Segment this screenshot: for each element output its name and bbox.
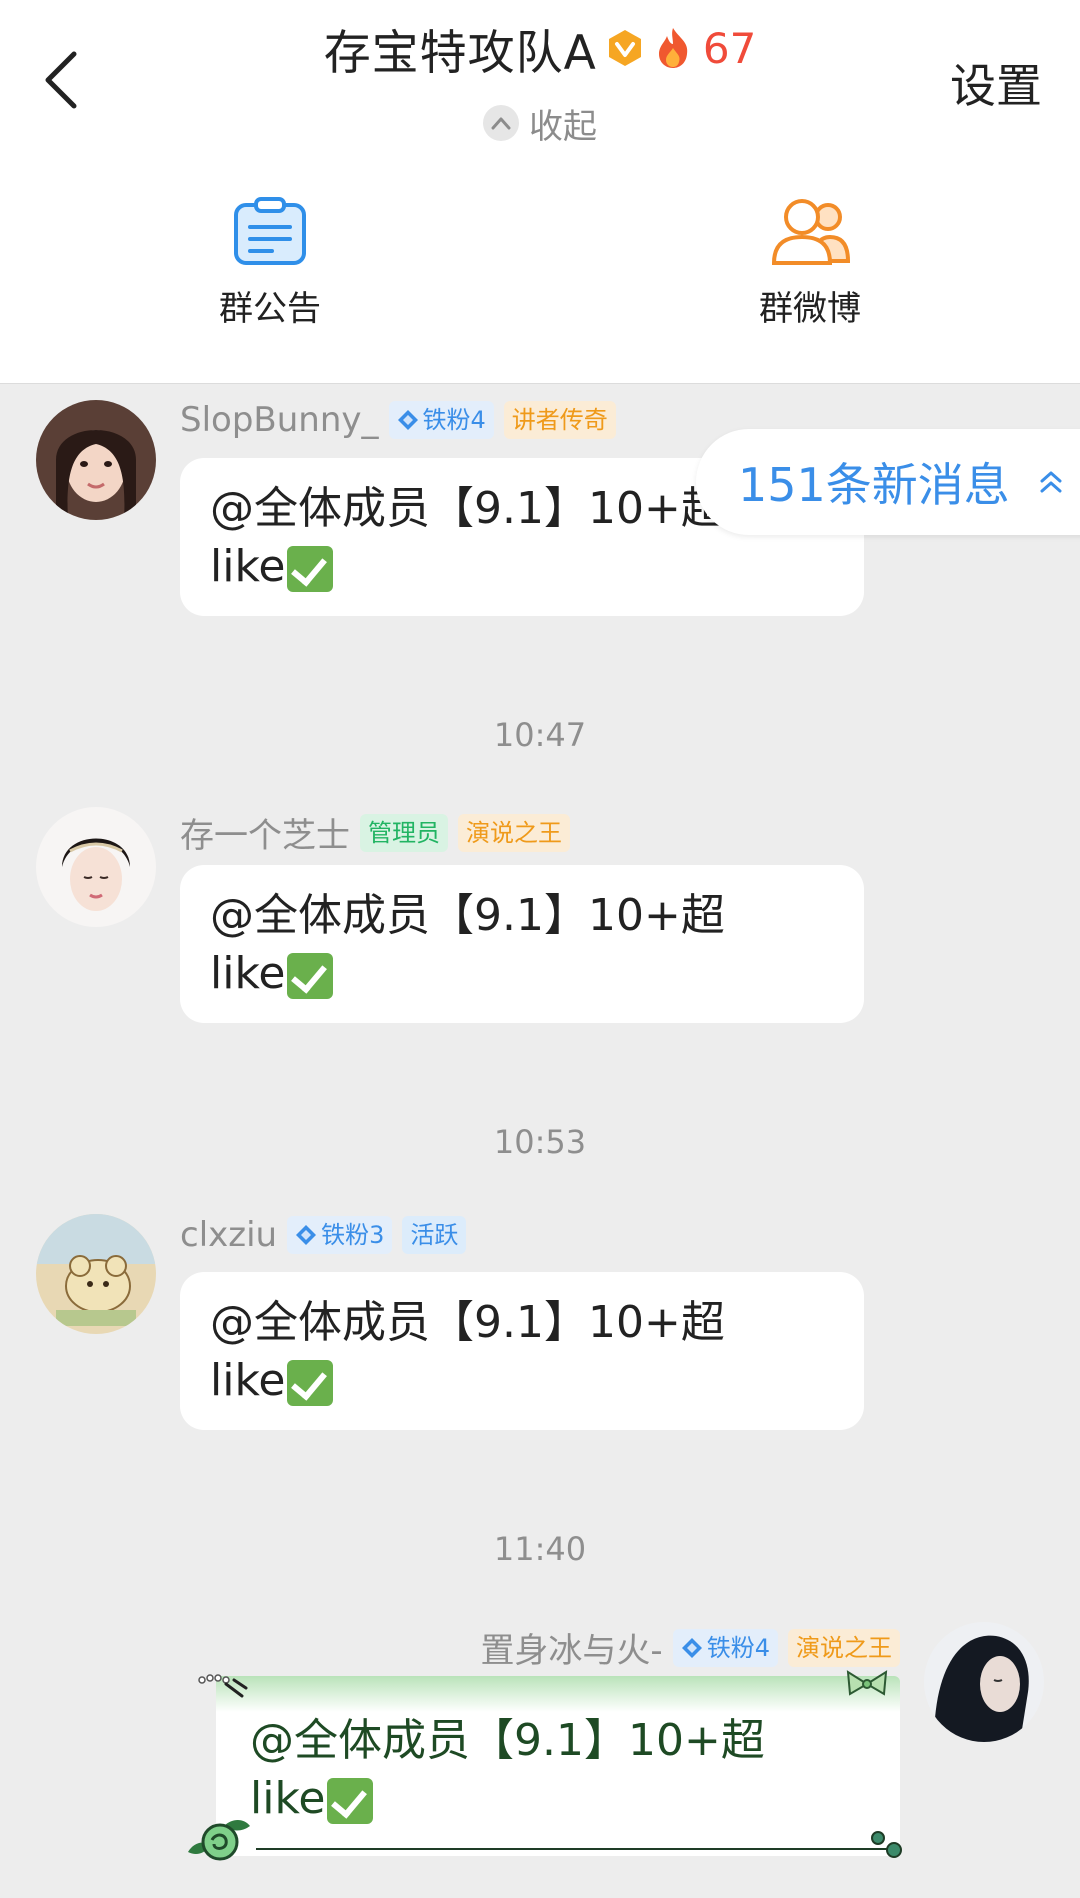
avatar-image [36, 400, 156, 520]
message-bubble[interactable]: @全体成员【9.1】10+超 like [180, 1272, 864, 1430]
message-bubble-decorated[interactable]: @全体成员【9.1】10+超 like [216, 1676, 900, 1856]
check-mark-icon [327, 1778, 374, 1824]
fan-level-badge: 铁粉4 [672, 1628, 778, 1667]
bead-decoration-icon [871, 1831, 902, 1858]
group-announcement-button[interactable]: 群公告 [150, 195, 390, 330]
fan-level-badge: 铁粉3 [287, 1216, 393, 1254]
collapse-toggle[interactable]: 收起 [0, 98, 1080, 148]
sender-name[interactable]: 置身冰与火- [480, 1623, 662, 1672]
avatar[interactable] [36, 1214, 156, 1334]
avatar-image [924, 1622, 1044, 1742]
avatar[interactable] [36, 400, 156, 520]
message-text-line1: @全体成员【9.1】10+超 [250, 1715, 765, 1766]
check-mark-icon [287, 546, 334, 592]
check-mark-icon [287, 1360, 334, 1406]
collapse-label: 收起 [529, 106, 597, 147]
pearl-decoration-icon [198, 1674, 248, 1698]
group-weibo-button[interactable]: 群微博 [690, 195, 930, 330]
check-mark-icon [287, 953, 334, 999]
sender-name[interactable]: 存一个芝士 [180, 808, 350, 857]
group-title: 存宝特攻队A [323, 25, 597, 81]
message-text-line1: @全体成员【9.1】10+超 [210, 1297, 725, 1348]
message-meta: clxziu 铁粉3 活跃 [180, 1215, 467, 1255]
timestamp: 11:40 [493, 1530, 587, 1568]
message-text-line2: like [210, 541, 286, 592]
message-text-line2: like [210, 1355, 286, 1406]
admin-badge: 管理员 [360, 813, 448, 852]
group-weibo-icon [771, 199, 851, 265]
avatar[interactable] [36, 807, 156, 927]
double-chevron-up-icon [1040, 471, 1062, 493]
diamond-icon [681, 1637, 702, 1658]
new-messages-label: 151条新消息 [738, 458, 1010, 512]
fire-count: 67 [702, 23, 757, 73]
group-weibo-label: 群微博 [759, 289, 861, 329]
fan-level-badge: 铁粉4 [388, 401, 494, 439]
title-badge: 演说之王 [788, 1628, 900, 1667]
fire-icon [658, 28, 688, 68]
message-text: @全体成员【9.1】10+超 like [250, 1712, 765, 1828]
message-bubble[interactable]: @全体成员【9.1】10+超 like [180, 865, 864, 1023]
verified-badge-icon [608, 30, 641, 66]
sender-name[interactable]: clxziu [180, 1215, 277, 1255]
chevron-up-icon [483, 105, 519, 141]
active-badge: 活跃 [402, 1216, 467, 1254]
rose-decoration-icon [188, 1820, 250, 1861]
bubble-border [256, 1848, 890, 1850]
title-badge: 讲者传奇 [503, 401, 616, 439]
message-meta: 存一个芝士 管理员 演说之王 [180, 808, 570, 857]
bow-icon [846, 1670, 888, 1696]
sender-name[interactable]: SlopBunny_ [180, 400, 379, 440]
avatar[interactable] [924, 1622, 1044, 1742]
message-text-line2: like [210, 948, 286, 999]
announcement-label: 群公告 [219, 289, 321, 329]
message-text-line2: like [250, 1773, 326, 1824]
avatar-image [36, 1214, 156, 1334]
title-badge: 演说之王 [458, 813, 570, 852]
message-text-line1: @全体成员【9.1】10+超 [210, 483, 725, 534]
diamond-icon [397, 410, 418, 430]
announcement-icon [234, 197, 306, 265]
message-text-line1: @全体成员【9.1】10+超 [210, 890, 725, 941]
title-row: 存宝特攻队A 67 [0, 14, 1080, 82]
message-meta: SlopBunny_ 铁粉4 讲者传奇 [180, 400, 616, 440]
timestamp: 10:53 [493, 1123, 587, 1161]
timestamp: 10:47 [493, 716, 587, 754]
diamond-icon [296, 1225, 317, 1245]
avatar-image [36, 807, 156, 927]
message-meta: 置身冰与火- 铁粉4 演说之王 [480, 1623, 900, 1672]
new-messages-button[interactable]: 151条新消息 [696, 429, 1080, 535]
chat-header: 存宝特攻队A 67 设置 收起 群公告 群微博 [0, 0, 1080, 384]
